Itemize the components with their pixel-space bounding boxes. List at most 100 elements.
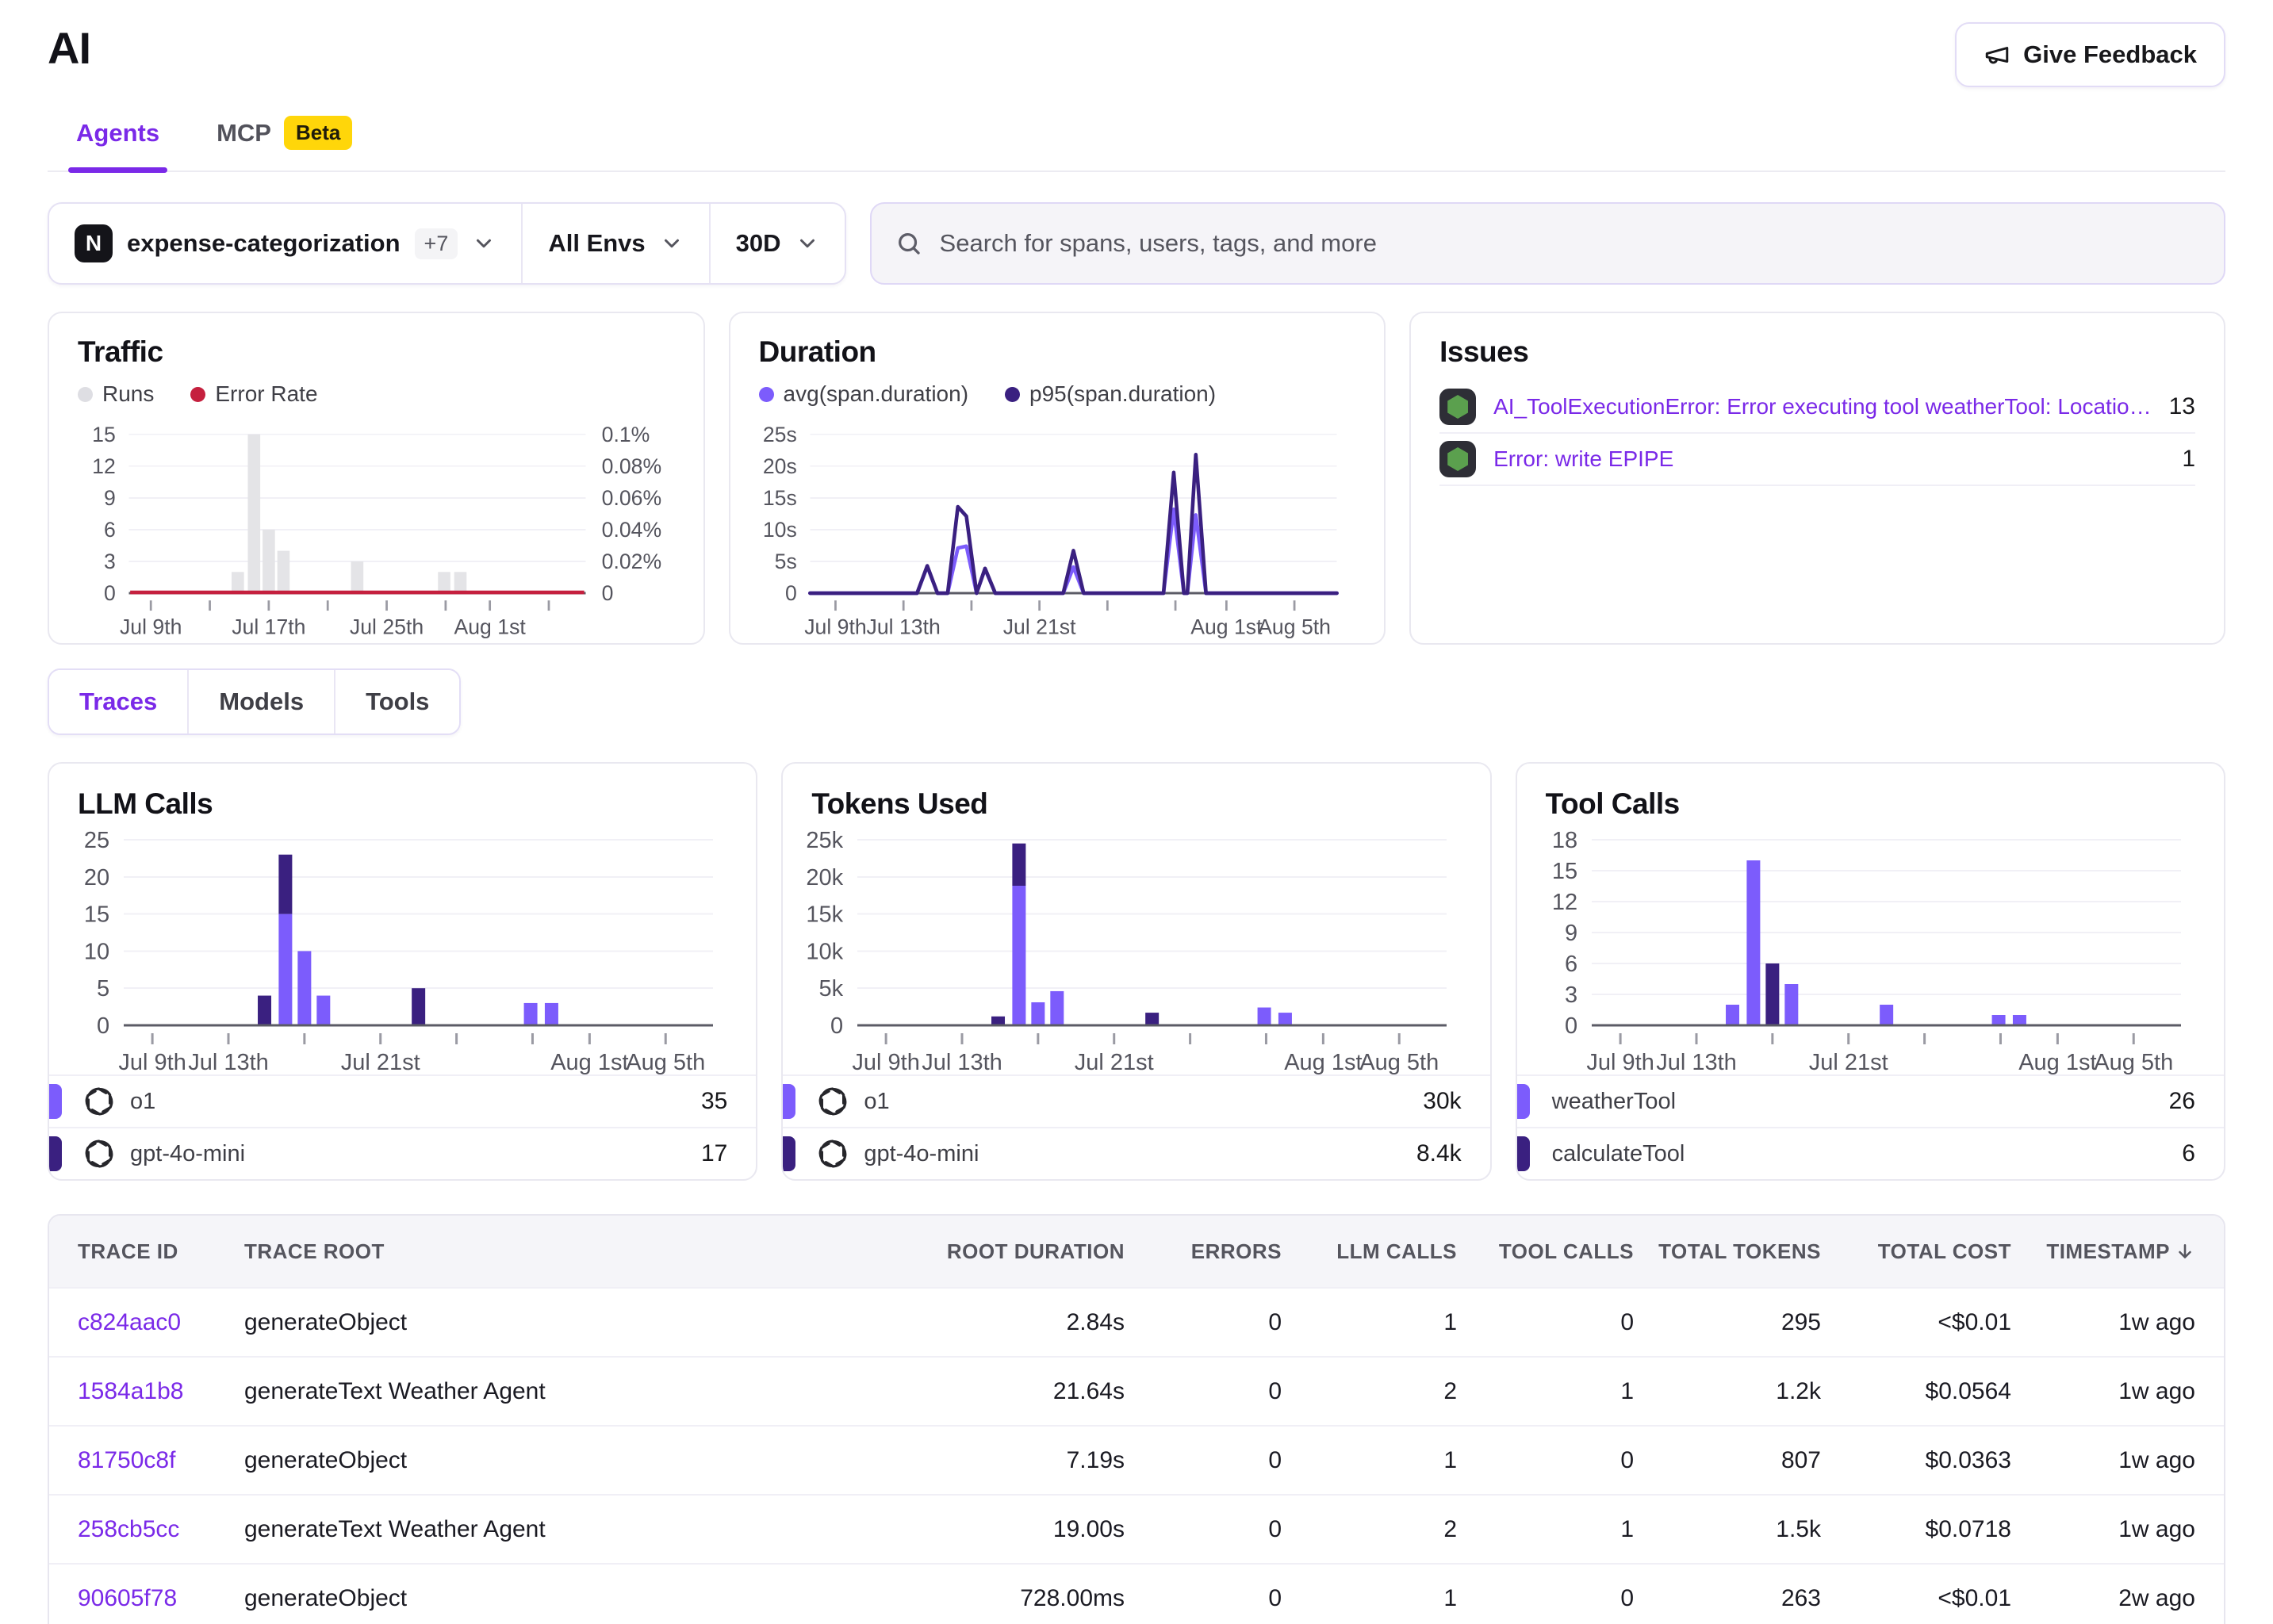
duration-card: Duration avg(span.duration)p95(span.dura… xyxy=(729,312,1386,645)
svg-text:12: 12 xyxy=(1552,890,1577,915)
table-body: c824aac0generateObject2.84s010295<$0.011… xyxy=(49,1287,2224,1624)
cell-timestamp: 1w ago xyxy=(2011,1447,2195,1474)
llm-calls-chart: 0510152025Jul 9thJul 13thJul 21stAug 1st… xyxy=(68,827,734,1074)
tool-calls-title: Tool Calls xyxy=(1546,787,2195,821)
column-header-root-duration[interactable]: ROOT DURATION xyxy=(712,1239,1125,1264)
beta-badge: Beta xyxy=(284,116,352,150)
tokens-used-chart: 05k10k15k20k25kJul 9thJul 13thJul 21stAu… xyxy=(802,827,1467,1074)
issues-card: Issues AI_ToolExecutionError: Error exec… xyxy=(1409,312,2225,645)
metric-summary-row[interactable]: weatherTool26 xyxy=(1517,1074,2224,1127)
duration-chart: 05s10s15s20s25sJul 9thJul 13thJul 21stAu… xyxy=(759,413,1356,648)
issue-link[interactable]: AI_ToolExecutionError: Error executing t… xyxy=(1493,394,2152,419)
svg-text:Jul 17th: Jul 17th xyxy=(232,615,305,638)
env-selector[interactable]: All Envs xyxy=(521,204,708,283)
project-selector[interactable]: N expense-categorization +7 xyxy=(49,204,521,283)
metric-summary-row[interactable]: calculateTool6 xyxy=(1517,1127,2224,1179)
column-header-trace-root[interactable]: TRACE ROOT xyxy=(244,1239,712,1264)
column-header-timestamp[interactable]: TIMESTAMP xyxy=(2011,1239,2195,1264)
cell-tool-calls: 0 xyxy=(1457,1309,1634,1336)
llm-calls-card: LLM Calls 0510152025Jul 9thJul 13thJul 2… xyxy=(48,762,757,1181)
trace-id-link[interactable]: 258cb5cc xyxy=(78,1516,244,1543)
table-row[interactable]: 1584a1b8generateText Weather Agent21.64s… xyxy=(49,1356,2224,1425)
cell-trace-root: generateText Weather Agent xyxy=(244,1516,712,1543)
column-header-llm-calls[interactable]: LLM CALLS xyxy=(1282,1239,1457,1264)
tool-calls-card: Tool Calls 0369121518Jul 9thJul 13thJul … xyxy=(1516,762,2225,1181)
series-label: gpt-4o-mini xyxy=(864,1141,979,1167)
legend-item: p95(span.duration) xyxy=(1005,381,1216,407)
search-input[interactable] xyxy=(940,229,2200,258)
cell-llm-calls: 1 xyxy=(1282,1447,1457,1474)
cell-trace-root: generateObject xyxy=(244,1585,712,1612)
cell-errors: 0 xyxy=(1125,1309,1282,1336)
metric-summary-row[interactable]: gpt-4o-mini17 xyxy=(49,1127,756,1179)
series-label: weatherTool xyxy=(1552,1089,1676,1115)
metric-summary-row[interactable]: o130k xyxy=(783,1074,1489,1127)
tab-mcp-label: MCP xyxy=(217,119,271,147)
trace-id-link[interactable]: 90605f78 xyxy=(78,1585,244,1612)
issue-link[interactable]: Error: write EPIPE xyxy=(1493,446,2164,472)
table-row[interactable]: 258cb5ccgenerateText Weather Agent19.00s… xyxy=(49,1494,2224,1563)
tab-agents[interactable]: Agents xyxy=(73,108,163,170)
env-label: All Envs xyxy=(548,229,645,258)
filter-controls: N expense-categorization +7 All Envs 30D xyxy=(48,202,846,285)
cell-timestamp: 2w ago xyxy=(2011,1585,2195,1612)
svg-text:Jul 21st: Jul 21st xyxy=(1808,1050,1888,1074)
cell-total-tokens: 807 xyxy=(1634,1447,1821,1474)
subtab-tools[interactable]: Tools xyxy=(334,670,459,733)
cell-root-duration: 21.64s xyxy=(712,1378,1125,1405)
svg-text:6: 6 xyxy=(1565,952,1577,977)
column-header-total-cost[interactable]: TOTAL COST xyxy=(1821,1239,2011,1264)
metric-summary-row[interactable]: gpt-4o-mini 8.4k xyxy=(783,1127,1489,1179)
llm-calls-summary: o135gpt-4o-mini17 xyxy=(49,1074,756,1179)
cell-tool-calls: 0 xyxy=(1457,1447,1634,1474)
cell-tool-calls: 1 xyxy=(1457,1378,1634,1405)
cell-errors: 0 xyxy=(1125,1378,1282,1405)
table-row[interactable]: c824aac0generateObject2.84s010295<$0.011… xyxy=(49,1287,2224,1356)
table-row[interactable]: 81750c8fgenerateObject7.19s010807$0.0363… xyxy=(49,1425,2224,1494)
tab-mcp[interactable]: MCP Beta xyxy=(213,108,355,170)
svg-text:0.1%: 0.1% xyxy=(602,423,650,446)
column-header-tool-calls[interactable]: TOOL CALLS xyxy=(1457,1239,1634,1264)
svg-text:20s: 20s xyxy=(762,454,796,478)
column-header-trace-id[interactable]: TRACE ID xyxy=(78,1239,244,1264)
nodejs-icon xyxy=(1439,441,1476,477)
table-header: TRACE IDTRACE ROOTROOT DURATIONERRORSLLM… xyxy=(49,1216,2224,1287)
tokens-used-card: Tokens Used 05k10k15k20k25kJul 9thJul 13… xyxy=(781,762,1491,1181)
svg-text:0: 0 xyxy=(830,1013,843,1039)
svg-text:5: 5 xyxy=(97,976,109,1002)
duration-legend: avg(span.duration)p95(span.duration) xyxy=(759,381,1356,407)
tokens-used-summary: o130k gpt-4o-mini 8.4k xyxy=(783,1074,1489,1179)
legend-item: Runs xyxy=(78,381,154,407)
cell-llm-calls: 1 xyxy=(1282,1585,1457,1612)
svg-text:0: 0 xyxy=(1565,1013,1577,1039)
cell-timestamp: 1w ago xyxy=(2011,1309,2195,1336)
series-color-chip xyxy=(1517,1136,1530,1171)
svg-text:3: 3 xyxy=(1565,982,1577,1008)
trace-id-link[interactable]: 1584a1b8 xyxy=(78,1378,244,1405)
cell-root-duration: 19.00s xyxy=(712,1516,1125,1543)
issue-row: Error: write EPIPE1 xyxy=(1439,434,2195,486)
cell-total-tokens: 263 xyxy=(1634,1585,1821,1612)
svg-text:15k: 15k xyxy=(807,902,844,928)
metric-summary-row[interactable]: o135 xyxy=(49,1074,756,1127)
table-row[interactable]: 90605f78generateObject728.00ms010263<$0.… xyxy=(49,1563,2224,1624)
give-feedback-button[interactable]: Give Feedback xyxy=(1955,22,2225,87)
column-header-total-tokens[interactable]: TOTAL TOKENS xyxy=(1634,1239,1821,1264)
column-header-errors[interactable]: ERRORS xyxy=(1125,1239,1282,1264)
trace-id-link[interactable]: c824aac0 xyxy=(78,1309,244,1336)
megaphone-icon xyxy=(1984,41,2010,68)
cell-total-cost: <$0.01 xyxy=(1821,1309,2011,1336)
trace-id-link[interactable]: 81750c8f xyxy=(78,1447,244,1474)
svg-text:Aug 5th: Aug 5th xyxy=(1258,615,1331,638)
subtab-models[interactable]: Models xyxy=(187,670,334,733)
chevron-down-icon xyxy=(795,232,819,255)
subtab-traces[interactable]: Traces xyxy=(49,670,187,733)
svg-text:Jul 9th: Jul 9th xyxy=(1586,1050,1654,1074)
series-value: 8.4k xyxy=(1416,1140,1462,1167)
series-color-chip xyxy=(783,1084,795,1119)
series-color-chip xyxy=(783,1136,795,1171)
cell-llm-calls: 2 xyxy=(1282,1516,1457,1543)
cell-total-cost: $0.0564 xyxy=(1821,1378,2011,1405)
range-selector[interactable]: 30D xyxy=(709,204,845,283)
cell-llm-calls: 1 xyxy=(1282,1309,1457,1336)
